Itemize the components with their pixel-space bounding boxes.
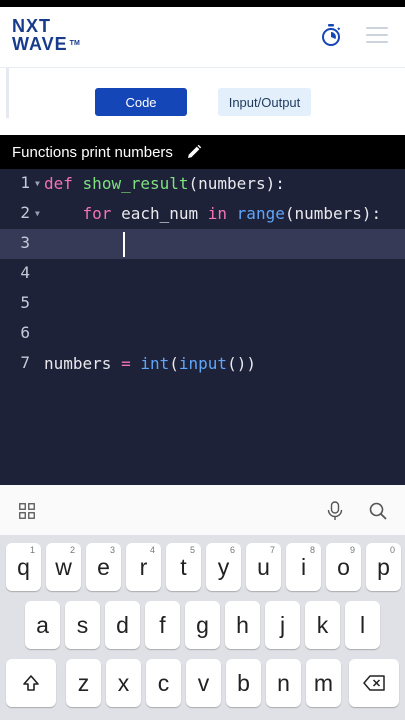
code-line-5[interactable]: 5: [0, 289, 405, 319]
key-q[interactable]: q1: [6, 543, 41, 591]
code-line-3[interactable]: 3: [0, 229, 405, 259]
code-line-2[interactable]: 2 ▼ for each_num in range(numbers):: [0, 199, 405, 229]
key-t[interactable]: t5: [166, 543, 201, 591]
gutter: 5: [0, 289, 44, 319]
editor-title: Functions print numbers: [12, 144, 173, 161]
key-a[interactable]: a: [25, 601, 60, 649]
key-hint: 1: [29, 545, 35, 555]
fold-arrow-icon[interactable]: ▼: [35, 209, 40, 218]
backspace-key[interactable]: [349, 659, 399, 707]
key-hint: 9: [349, 545, 355, 555]
app-header: NXT WAVE TM: [0, 7, 405, 67]
hamburger-menu-icon[interactable]: [366, 27, 388, 43]
key-label: y: [217, 554, 230, 580]
line-number: 1: [20, 173, 30, 192]
soft-keyboard: q1 w2 e3 r4 t5 y6 u7 i8 o9 p0 a s d f g …: [0, 535, 405, 720]
gutter: 6: [0, 319, 44, 349]
code-text: for each_num in range(numbers):: [82, 204, 382, 223]
key-m[interactable]: m: [306, 659, 341, 707]
gutter: 3: [0, 229, 44, 259]
key-z[interactable]: z: [66, 659, 101, 707]
code-editor[interactable]: 1 ▼ def show_result(numbers): 2 ▼ for ea…: [0, 169, 405, 485]
key-p[interactable]: p0: [366, 543, 401, 591]
code-line-6[interactable]: 6: [0, 319, 405, 349]
key-label: t: [180, 554, 187, 580]
key-hint: 4: [149, 545, 155, 555]
shift-key[interactable]: [6, 659, 56, 707]
key-y[interactable]: y6: [206, 543, 241, 591]
key-n[interactable]: n: [266, 659, 301, 707]
key-label: q: [17, 554, 30, 580]
key-label: e: [97, 554, 110, 580]
editor-title-bar: Functions print numbers: [0, 135, 405, 169]
key-e[interactable]: e3: [86, 543, 121, 591]
shift-arrow-icon: [23, 675, 39, 691]
key-o[interactable]: o9: [326, 543, 361, 591]
timer-icon[interactable]: [320, 23, 342, 47]
status-bar: [0, 0, 405, 7]
key-label: i: [300, 554, 307, 580]
fold-arrow-icon[interactable]: ▼: [35, 179, 40, 188]
key-r[interactable]: r4: [126, 543, 161, 591]
key-label: r: [139, 554, 148, 580]
gutter: 2 ▼: [0, 199, 44, 229]
tab-area: Code Input/Output: [0, 67, 405, 135]
key-s[interactable]: s: [65, 601, 100, 649]
backspace-icon: [363, 675, 385, 691]
gutter: 1 ▼: [0, 169, 44, 199]
code-line-7[interactable]: 7 numbers = int(input()): [0, 349, 405, 379]
gutter: 7: [0, 349, 44, 379]
text-cursor: [123, 232, 125, 257]
line-number: 6: [20, 323, 30, 342]
key-h[interactable]: h: [225, 601, 260, 649]
line-number: 5: [20, 293, 30, 312]
key-hint: 8: [309, 545, 315, 555]
key-v[interactable]: v: [186, 659, 221, 707]
code-tab-button[interactable]: Code: [95, 88, 187, 116]
code-text: def show_result(numbers):: [44, 174, 285, 193]
code-text: numbers = int(input()): [44, 354, 256, 373]
line-number: 4: [20, 263, 30, 282]
logo-line2-text: WAVE: [12, 34, 68, 54]
key-hint: 3: [109, 545, 115, 555]
key-w[interactable]: w2: [46, 543, 81, 591]
key-hint: 2: [69, 545, 75, 555]
key-k[interactable]: k: [305, 601, 340, 649]
line-number: 7: [20, 353, 30, 372]
line-number: 3: [20, 233, 30, 252]
key-d[interactable]: d: [105, 601, 140, 649]
pencil-icon[interactable]: [186, 144, 202, 160]
side-divider: [6, 68, 9, 118]
key-label: u: [257, 554, 270, 580]
search-icon[interactable]: [369, 502, 387, 520]
key-hint: 5: [189, 545, 195, 555]
key-hint: 7: [269, 545, 275, 555]
key-c[interactable]: c: [146, 659, 181, 707]
key-j[interactable]: j: [265, 601, 300, 649]
keyboard-toolbar: [0, 485, 405, 535]
gutter: 4: [0, 259, 44, 289]
key-u[interactable]: u7: [246, 543, 281, 591]
code-line-4[interactable]: 4: [0, 259, 405, 289]
key-x[interactable]: x: [106, 659, 141, 707]
input-output-tab-button[interactable]: Input/Output: [218, 88, 311, 116]
key-label: p: [377, 554, 390, 580]
key-l[interactable]: l: [345, 601, 380, 649]
key-hint: 0: [389, 545, 395, 555]
key-f[interactable]: f: [145, 601, 180, 649]
nxtwave-logo[interactable]: NXT WAVE TM: [12, 17, 92, 61]
logo-tm: TM: [69, 40, 80, 47]
key-label: w: [55, 554, 72, 580]
microphone-icon[interactable]: [326, 501, 344, 521]
logo-line2: WAVE TM: [12, 35, 92, 53]
line-number: 2: [20, 203, 30, 222]
key-b[interactable]: b: [226, 659, 261, 707]
grid-apps-icon[interactable]: [19, 503, 35, 519]
code-line-1[interactable]: 1 ▼ def show_result(numbers):: [0, 169, 405, 199]
key-g[interactable]: g: [185, 601, 220, 649]
key-i[interactable]: i8: [286, 543, 321, 591]
key-hint: 6: [229, 545, 235, 555]
key-label: o: [337, 554, 350, 580]
logo-line1: NXT: [12, 16, 51, 36]
